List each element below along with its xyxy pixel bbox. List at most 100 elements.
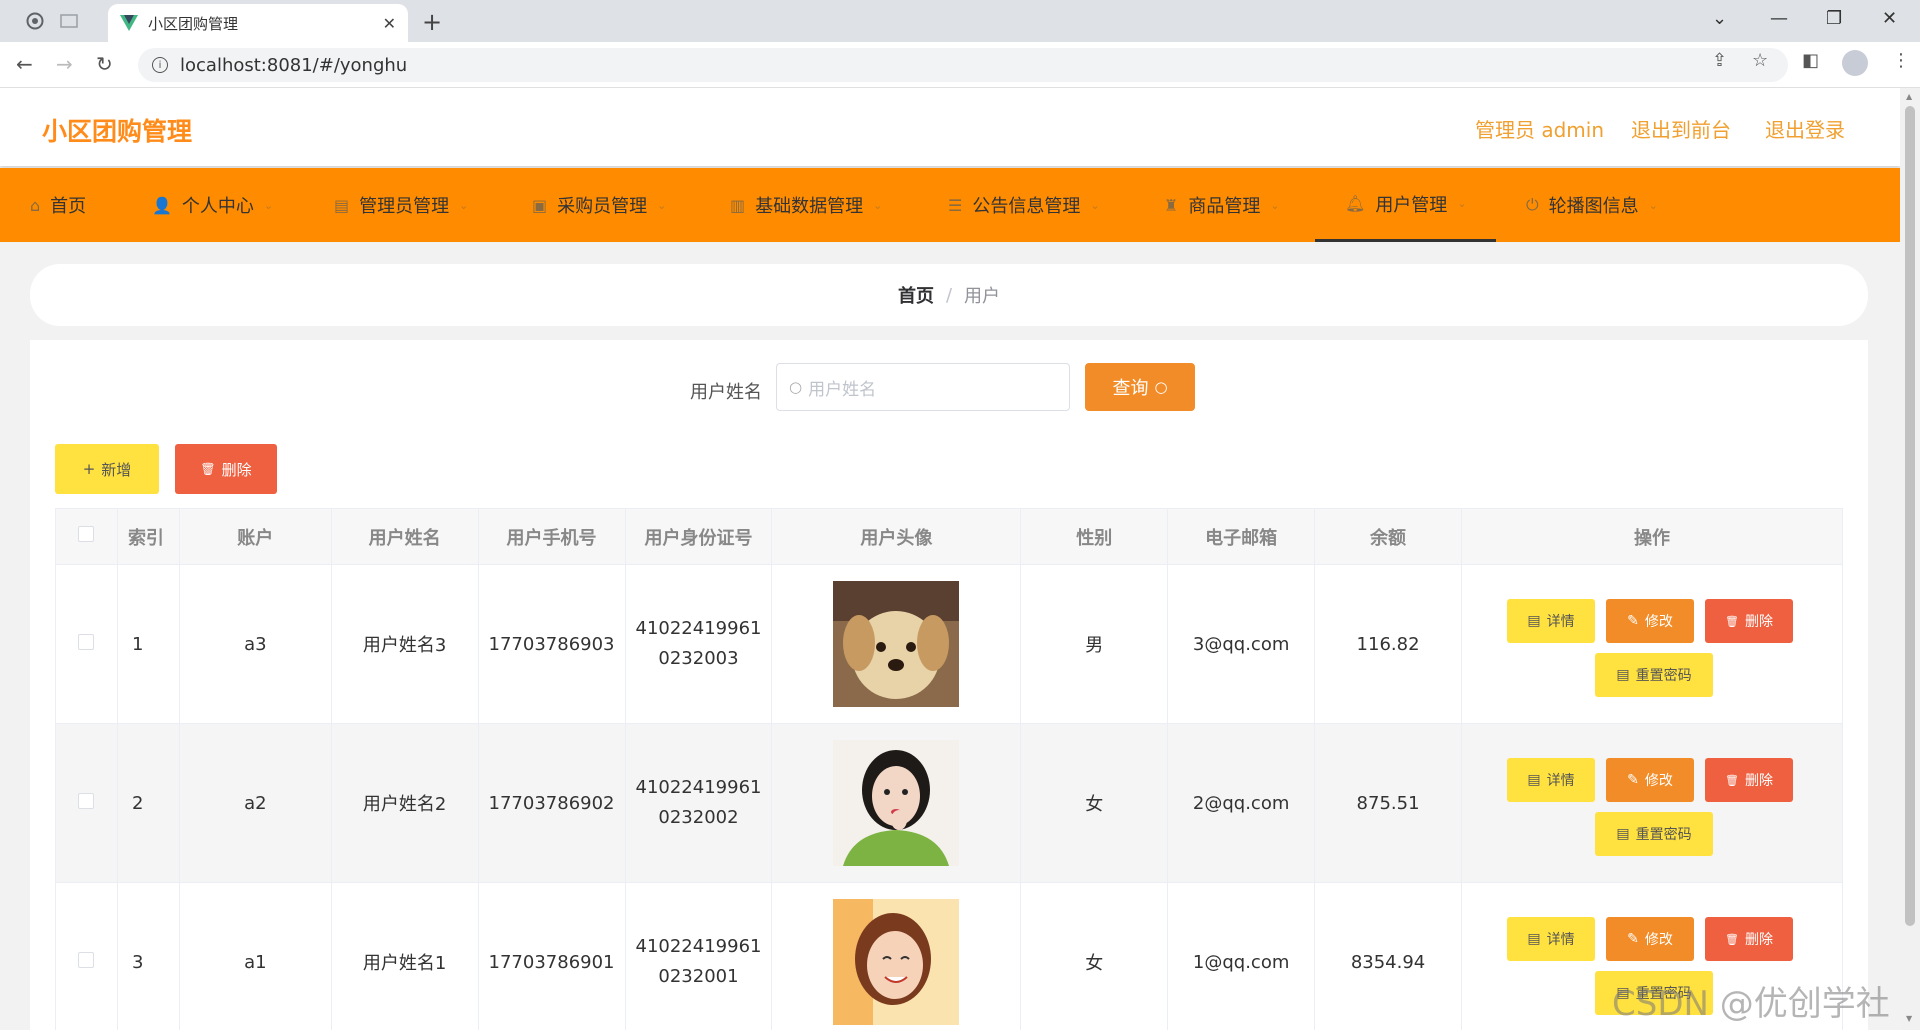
row-index: 1 [117, 564, 180, 724]
row-account: a3 [179, 564, 332, 724]
document-icon: ▤ [1616, 826, 1630, 842]
id-line-1: 41022419961 [635, 777, 762, 798]
nav-item-purchaser[interactable]: ▣ 采购员管理 ⌄ [532, 168, 666, 242]
breadcrumb-home[interactable]: 首页 [898, 282, 934, 308]
globe-icon[interactable] [24, 10, 46, 32]
nav-item-personal[interactable]: 👤 个人中心 ⌄ [152, 168, 273, 242]
column-header: 用户身份证号 [625, 508, 773, 565]
trash-icon: 🗑︎ [1725, 614, 1739, 628]
nav-item-home[interactable]: ⌂ 首页 [30, 168, 86, 242]
id-line-1: 41022419961 [635, 936, 762, 957]
reload-icon[interactable]: ↻ [96, 52, 113, 76]
edit-button[interactable]: ✎ 修改 [1606, 599, 1694, 643]
scroll-up-icon[interactable]: ▲ [1906, 92, 1912, 101]
to-front-link[interactable]: 退出到前台 [1631, 114, 1731, 143]
row-checkbox[interactable] [78, 633, 95, 650]
url-input[interactable]: i localhost:8081/#/yonghu [138, 48, 1788, 82]
breadcrumb: 首页 / 用户 [30, 264, 1868, 326]
reset-password-button[interactable]: ▤ 重置密码 [1595, 812, 1713, 856]
actions-group: ▤ 详情 ✎ 修改 🗑︎ 删除 ▤ 重置密码 [1492, 748, 1812, 858]
row-checkbox[interactable] [78, 792, 95, 809]
chevron-down-icon: ⌄ [1270, 198, 1280, 212]
row-gender: 女 [1020, 723, 1169, 883]
detail-button[interactable]: ▤ 详情 [1507, 599, 1595, 643]
plus-icon: + [82, 460, 96, 478]
row-avatar-cell [771, 723, 1022, 883]
search-input[interactable]: ○ 用户姓名 [776, 363, 1070, 411]
chevron-down-icon: ⌄ [657, 198, 667, 212]
minimize-icon[interactable]: — [1770, 8, 1788, 29]
nav-item-carousel[interactable]: ⏻ 轮播图信息 ⌄ [1526, 168, 1658, 242]
trash-icon: 🗑︎ [1725, 932, 1739, 946]
nav-label: 个人中心 [181, 196, 254, 217]
row-account: a2 [179, 723, 332, 883]
reset-password-button[interactable]: ▤ 重置密码 [1595, 653, 1713, 697]
delete-label: 删除 [1744, 614, 1773, 630]
nav-label: 首页 [50, 196, 87, 217]
restore-icon[interactable]: ❐ [1826, 8, 1842, 29]
share-icon[interactable]: ⇪ [1712, 50, 1727, 71]
nav-item-users[interactable]: 🔔︎ 用户管理 ⌄ [1315, 168, 1496, 242]
table-row: 3 a1 用户姓名1 17703786901 41022419961 02320… [55, 882, 1843, 1030]
row-account: a1 [179, 882, 332, 1030]
scroll-down-icon[interactable]: ▼ [1906, 1014, 1912, 1023]
trophy-icon: ♜ [1164, 195, 1179, 215]
back-icon[interactable]: ← [16, 52, 33, 76]
bookmark-star-icon[interactable]: ☆ [1752, 50, 1768, 71]
sidebar-icon[interactable]: ◧ [1802, 50, 1819, 71]
row-checkbox[interactable] [78, 951, 95, 968]
add-button[interactable]: + 新增 [55, 444, 159, 494]
delete-button[interactable]: 🗑︎ 删除 [1705, 917, 1793, 961]
reset-label: 重置密码 [1635, 668, 1692, 684]
more-menu-icon[interactable]: ⋮ [1892, 50, 1910, 71]
nav-label: 公告信息管理 [972, 196, 1081, 217]
nav-item-notice[interactable]: ☰ 公告信息管理 ⌄ [948, 168, 1100, 242]
nav-item-basic-data[interactable]: ▥ 基础数据管理 ⌄ [730, 168, 882, 242]
column-header: 操作 [1461, 508, 1843, 565]
nav-item-goods[interactable]: ♜ 商品管理 ⌄ [1164, 168, 1280, 242]
info-icon[interactable]: i [152, 57, 168, 73]
nav-label: 轮播图信息 [1548, 196, 1639, 217]
page-scrollbar[interactable]: ▲ ▼ [1900, 88, 1920, 1030]
logout-link[interactable]: 退出登录 [1765, 114, 1845, 143]
row-name: 用户姓名2 [331, 723, 479, 883]
batch-delete-button[interactable]: 🗑︎ 删除 [175, 444, 277, 494]
edit-button[interactable]: ✎ 修改 [1606, 917, 1694, 961]
query-button[interactable]: 查询 ○ [1085, 363, 1195, 411]
search-icon: ○ [1154, 378, 1168, 396]
users-table: 索引 账户 用户姓名 用户手机号 用户身份证号 用户头像 性别 电子邮箱 余额 … [55, 508, 1843, 1030]
row-name: 用户姓名3 [331, 564, 479, 724]
table-row: 2 a2 用户姓名2 17703786902 41022419961 02320… [55, 723, 1843, 883]
forward-icon[interactable]: → [56, 52, 73, 76]
edit-label: 修改 [1644, 932, 1673, 948]
scroll-thumb[interactable] [1905, 106, 1915, 926]
select-all-checkbox[interactable] [78, 526, 95, 542]
tab-strip-icon[interactable] [58, 10, 80, 32]
delete-button[interactable]: 🗑︎ 删除 [1705, 599, 1793, 643]
id-line-1: 41022419961 [635, 618, 762, 639]
edit-button[interactable]: ✎ 修改 [1606, 758, 1694, 802]
pencil-icon: ✎ [1627, 931, 1639, 947]
briefcase-icon: ▥ [730, 195, 746, 215]
detail-button[interactable]: ▤ 详情 [1507, 917, 1595, 961]
row-gender: 男 [1020, 564, 1169, 724]
detail-button[interactable]: ▤ 详情 [1507, 758, 1595, 802]
table-row: 1 a3 用户姓名3 17703786903 41022419961 02320… [55, 564, 1843, 724]
delete-button[interactable]: 🗑︎ 删除 [1705, 758, 1793, 802]
browser-tab[interactable]: 小区团购管理 ✕ [108, 4, 408, 42]
new-tab-icon[interactable]: + [422, 8, 442, 36]
chevron-down-icon[interactable]: ⌄ [1712, 8, 1727, 29]
avatar-girl-smiling [833, 899, 960, 1025]
close-tab-icon[interactable]: ✕ [383, 14, 396, 33]
row-avatar-cell [771, 882, 1022, 1030]
tab-title: 小区团购管理 [148, 14, 239, 33]
profile-avatar[interactable] [1842, 50, 1868, 76]
main-nav: ⌂ 首页 👤 个人中心 ⌄ ▤ 管理员管理 ⌄ ▣ 采购员管理 ⌄ ▥ 基础数据… [0, 168, 1900, 242]
add-label: 新增 [101, 460, 132, 479]
nav-item-admin[interactable]: ▤ 管理员管理 ⌄ [334, 168, 468, 242]
cart-icon: ▣ [532, 195, 548, 215]
nav-label: 商品管理 [1188, 196, 1261, 217]
close-window-icon[interactable]: ✕ [1882, 8, 1897, 29]
pencil-icon: ✎ [1627, 613, 1639, 629]
chevron-down-icon: ⌄ [1457, 197, 1467, 210]
